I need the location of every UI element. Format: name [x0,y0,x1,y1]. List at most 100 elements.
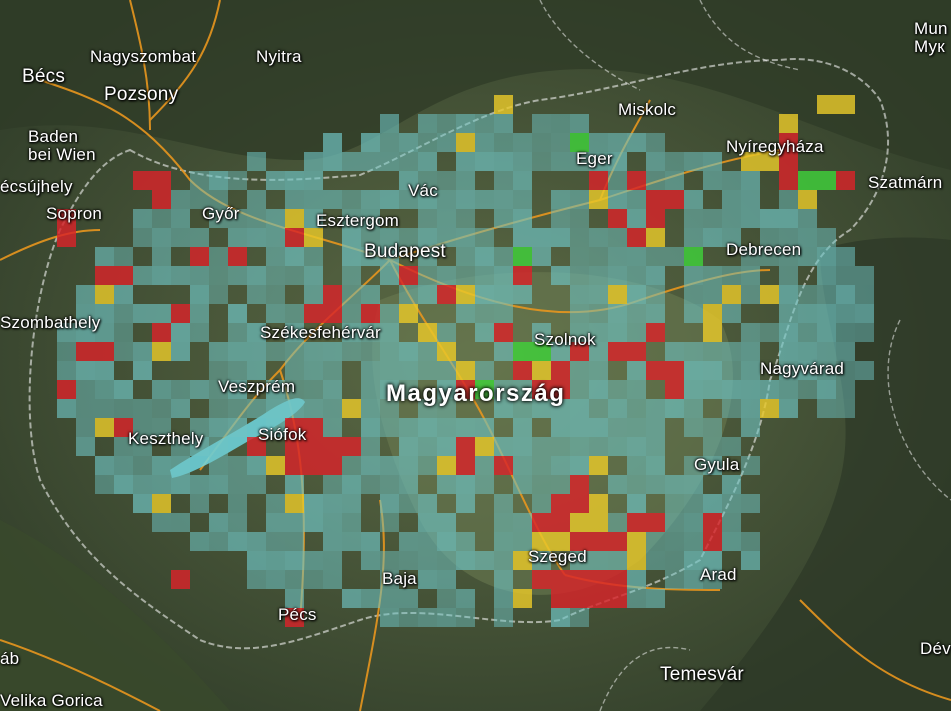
grid-cell [361,532,380,551]
grid-cell [494,532,513,551]
grid-cell-green [513,247,532,266]
grid-cell [475,190,494,209]
grid-cell [418,361,437,380]
grid-cell [551,209,570,228]
grid-cell [380,133,399,152]
grid-cell [361,475,380,494]
grid-cell [304,513,323,532]
grid-cell [342,304,361,323]
grid-cell [475,152,494,171]
grid-cell [627,494,646,513]
city-label-vac: Vác [408,181,438,200]
grid-cell [456,551,475,570]
grid-cell-red [285,228,304,247]
grid-cell [266,399,285,418]
grid-cell [456,209,475,228]
grid-cell [494,114,513,133]
grid-cell [361,437,380,456]
map-view[interactable]: Bécs Pozsony Nagyszombat Nyitra Baden bei Wi… [0,0,951,711]
grid-cell [551,152,570,171]
grid-cell [646,418,665,437]
grid-cell [665,551,684,570]
grid-cell [551,475,570,494]
grid-cell-yellow [475,437,494,456]
grid-cell [437,532,456,551]
grid-cell [570,266,589,285]
grid-cell [608,380,627,399]
grid-cell [323,570,342,589]
grid-cell [513,285,532,304]
grid-cell [703,418,722,437]
grid-cell [836,323,855,342]
grid-cell [190,304,209,323]
grid-cell-red [551,589,570,608]
grid-cell [722,171,741,190]
grid-cell [627,209,646,228]
grid-cell [152,513,171,532]
grid-cell [209,513,228,532]
grid-cell [494,513,513,532]
grid-cell [646,247,665,266]
grid-cell-yellow [570,513,589,532]
grid-cell-red [570,589,589,608]
grid-cell [760,323,779,342]
grid-cell [570,209,589,228]
grid-cell [57,361,76,380]
grid-cell [551,608,570,627]
city-label-siofok: Siófok [258,425,307,444]
grid-cell-red [589,532,608,551]
grid-cell [741,532,760,551]
grid-cell [741,285,760,304]
grid-cell [684,380,703,399]
grid-cell [323,475,342,494]
grid-cell [513,190,532,209]
grid-cell [209,456,228,475]
grid-cell [399,589,418,608]
grid-cell [266,171,285,190]
grid-cell [475,285,494,304]
city-label-nyiregyhaza: Nyíregyháza [726,137,824,156]
grid-cell [646,133,665,152]
grid-cell-red [190,247,209,266]
grid-cell [684,285,703,304]
grid-cell [380,114,399,133]
grid-cell [532,456,551,475]
grid-cell [114,475,133,494]
grid-cell [133,456,152,475]
grid-cell [779,209,798,228]
grid-cell [608,551,627,570]
grid-cell [399,608,418,627]
grid-cell [418,209,437,228]
grid-cell-red [171,570,190,589]
grid-cell [57,399,76,418]
grid-cell [380,266,399,285]
grid-cell [665,475,684,494]
grid-cell [703,209,722,228]
grid-cell [399,532,418,551]
city-label-eger: Eger [576,149,613,168]
grid-cell [76,361,95,380]
grid-cell [627,399,646,418]
city-label-baden: Baden bei Wien [28,127,96,164]
grid-cell [608,475,627,494]
grid-cell [513,171,532,190]
city-label-szeged: Szeged [528,547,587,566]
grid-cell [589,266,608,285]
grid-cell-red [456,456,475,475]
grid-cell-yellow [627,532,646,551]
grid-cell [399,437,418,456]
grid-cell-yellow [817,95,836,114]
grid-cell [342,342,361,361]
grid-cell [475,475,494,494]
grid-cell [513,209,532,228]
grid-cell [779,266,798,285]
grid-cell [551,456,570,475]
grid-cell [399,551,418,570]
grid-cell [722,342,741,361]
grid-cell [399,152,418,171]
grid-cell [665,513,684,532]
grid-cell [114,247,133,266]
city-label-szombathely: Szombathely [0,313,101,332]
grid-cell [171,190,190,209]
grid-cell [589,551,608,570]
